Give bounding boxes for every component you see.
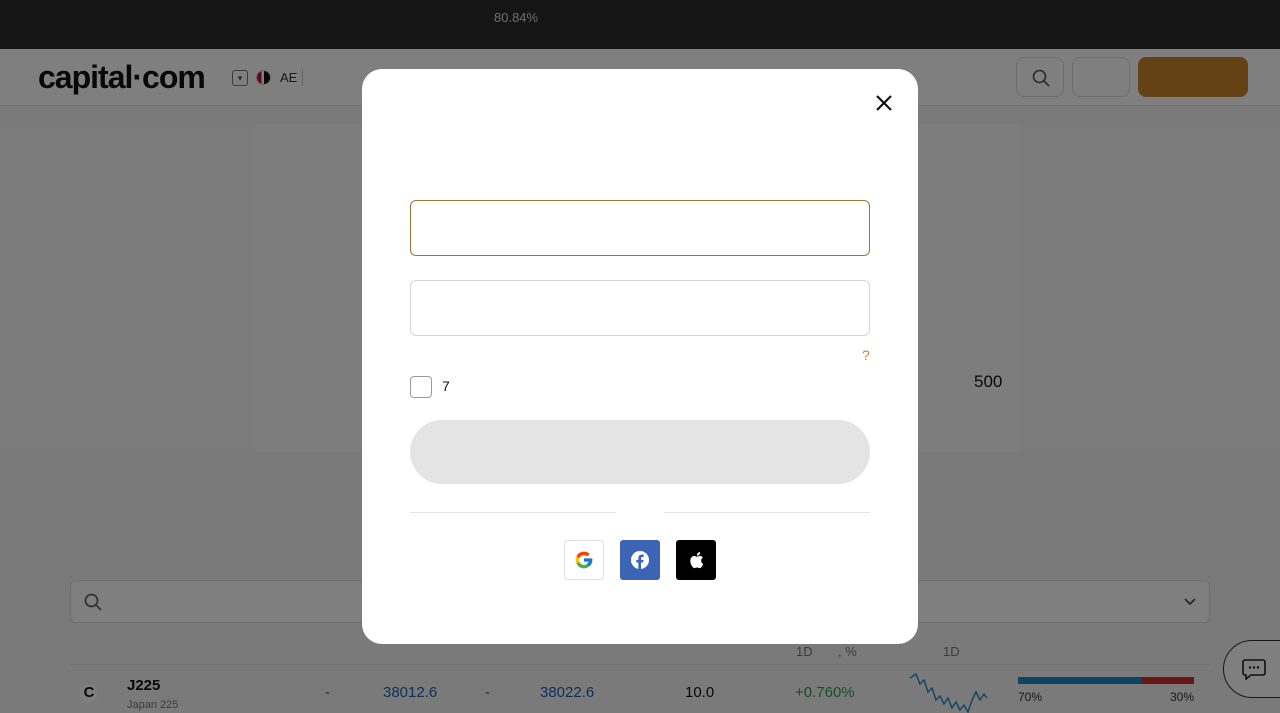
remember-checkbox-label: 7	[442, 378, 450, 394]
login-modal: ? 7	[362, 69, 918, 644]
forgot-password-link[interactable]: ?	[862, 347, 870, 363]
close-icon	[876, 95, 892, 111]
close-button[interactable]	[872, 91, 896, 115]
password-input[interactable]	[411, 281, 869, 335]
facebook-icon	[631, 551, 649, 569]
divider-left	[410, 512, 616, 513]
password-field[interactable]	[410, 280, 870, 336]
email-field[interactable]	[410, 200, 870, 256]
google-icon	[575, 551, 593, 569]
remember-checkbox[interactable]	[410, 376, 432, 398]
divider-right	[664, 512, 870, 513]
apple-login-button[interactable]	[676, 540, 716, 580]
apple-icon	[690, 552, 704, 569]
continue-button[interactable]	[410, 420, 870, 484]
email-input[interactable]	[411, 201, 869, 255]
facebook-login-button[interactable]	[620, 540, 660, 580]
google-login-button[interactable]	[564, 540, 604, 580]
